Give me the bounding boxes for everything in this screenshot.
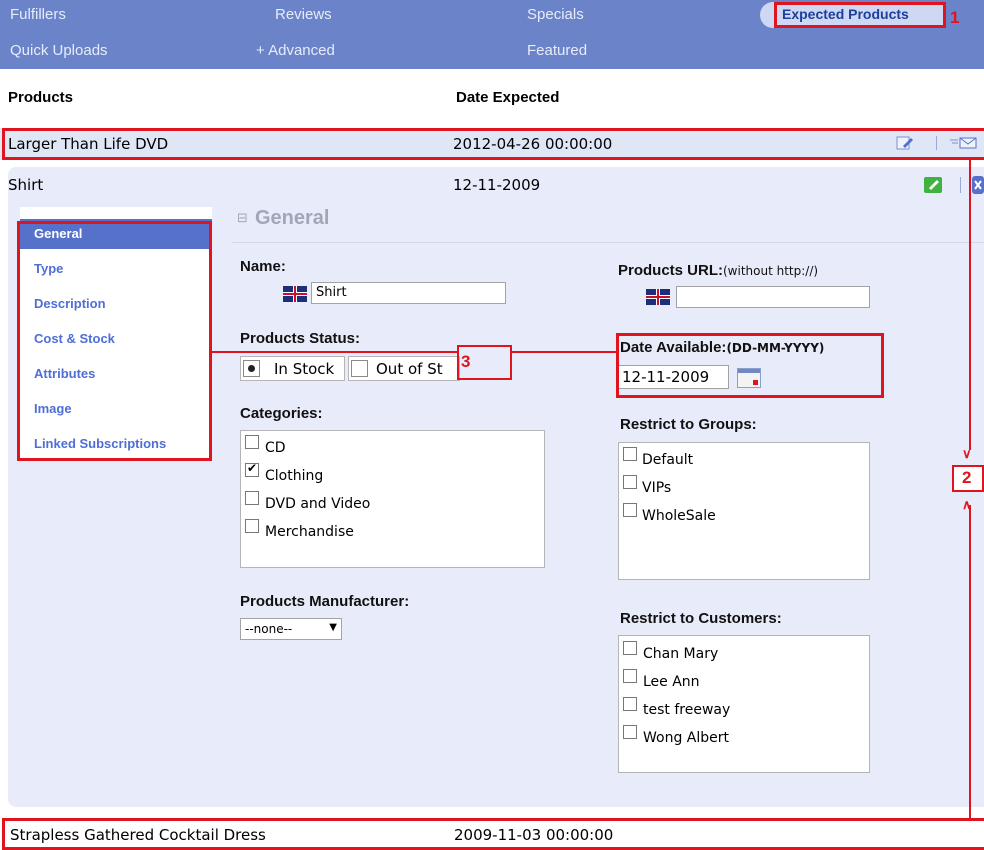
annotation-box-row-3 [2,818,984,850]
uk-flag-icon [646,289,670,305]
edit-icon[interactable] [924,176,944,198]
checkbox-customer[interactable] [623,669,637,683]
chevron-down-icon: ▼ [329,622,337,633]
annotation-label-1: 1 [950,8,960,27]
radio-out-of-stock[interactable]: Out of St [348,356,460,381]
checkbox-customer-label: test freeway [643,702,731,718]
products-url-input[interactable] [676,286,870,308]
nav-link-quick-uploads[interactable]: Quick Uploads [10,42,108,59]
radio-out-of-stock-button[interactable] [351,360,368,377]
annotation-label-3: 3 [461,352,471,371]
restrict-customers-label: Restrict to Customers: [620,610,782,627]
annotation-line-3a [212,351,457,353]
row-date-expected: 12-11-2009 [453,176,541,194]
products-url-label: Products URL:(without http://) [618,262,819,279]
checkbox-group[interactable] [623,475,637,489]
section-title: General [255,207,330,229]
checkbox-cd-label: CD [265,440,286,456]
nav-link-fulfillers[interactable]: Fulfillers [10,6,66,23]
annotation-box-date [616,333,884,398]
manufacturer-select[interactable]: --none-- ▼ [240,618,342,640]
radio-in-stock[interactable]: In Stock [240,356,345,381]
manufacturer-select-value: --none-- [245,622,293,636]
annotation-box-1 [774,2,946,28]
checkbox-merchandise-label: Merchandise [265,524,354,540]
checkbox-cd[interactable] [245,435,259,449]
categories-label: Categories: [240,405,323,422]
checkbox-group-label: WholeSale [642,508,716,524]
manufacturer-label: Products Manufacturer: [240,593,410,610]
restrict-groups-label: Restrict to Groups: [620,416,757,433]
annotation-line-2a [969,160,971,450]
checkbox-customer[interactable] [623,725,637,739]
arrow-down-icon: ∨ [962,446,972,461]
checkbox-dvd-and-video[interactable] [245,491,259,505]
annotation-box-tabs [17,221,212,461]
checkbox-customer[interactable] [623,697,637,711]
nav-link-featured[interactable]: Featured [527,42,587,59]
products-status-label: Products Status: [240,330,361,347]
annotation-line-2b [969,505,971,818]
checkbox-customer[interactable] [623,641,637,655]
divider [960,177,961,193]
annotation-line-3b [512,351,618,353]
checkbox-clothing-label: Clothing [265,468,324,484]
checkbox-customer-label: Chan Mary [643,646,719,662]
product-name-input[interactable]: Shirt [311,282,506,304]
checkbox-group[interactable] [623,447,637,461]
checkbox-merchandise[interactable] [245,519,259,533]
name-label: Name: [240,258,286,275]
nav-link-reviews[interactable]: Reviews [275,6,332,23]
collapse-icon[interactable]: ⊟ [237,211,248,226]
close-icon[interactable] [972,176,984,198]
checkbox-customer-label: Wong Albert [643,730,730,746]
radio-out-of-stock-label: Out of St [376,360,443,378]
nav-link-specials[interactable]: Specials [527,6,584,23]
checkbox-dvd-and-video-label: DVD and Video [265,496,371,512]
radio-in-stock-button[interactable] [243,360,260,377]
checkbox-clothing[interactable] [245,461,259,477]
checkbox-group-label: VIPs [642,480,672,496]
uk-flag-icon [283,286,307,302]
annotation-box-row-1 [2,128,984,160]
section-divider [232,242,984,243]
checkbox-group-label: Default [642,452,694,468]
column-header-date-expected[interactable]: Date Expected [456,89,559,106]
row-product-name: Shirt [8,176,44,194]
checkbox-customer-label: Lee Ann [643,674,700,690]
column-header-products[interactable]: Products [8,89,73,106]
checkbox-group[interactable] [623,503,637,517]
radio-in-stock-label: In Stock [274,360,335,378]
annotation-label-2: 2 [962,468,972,487]
nav-link-advanced[interactable]: + Advanced [256,42,335,59]
